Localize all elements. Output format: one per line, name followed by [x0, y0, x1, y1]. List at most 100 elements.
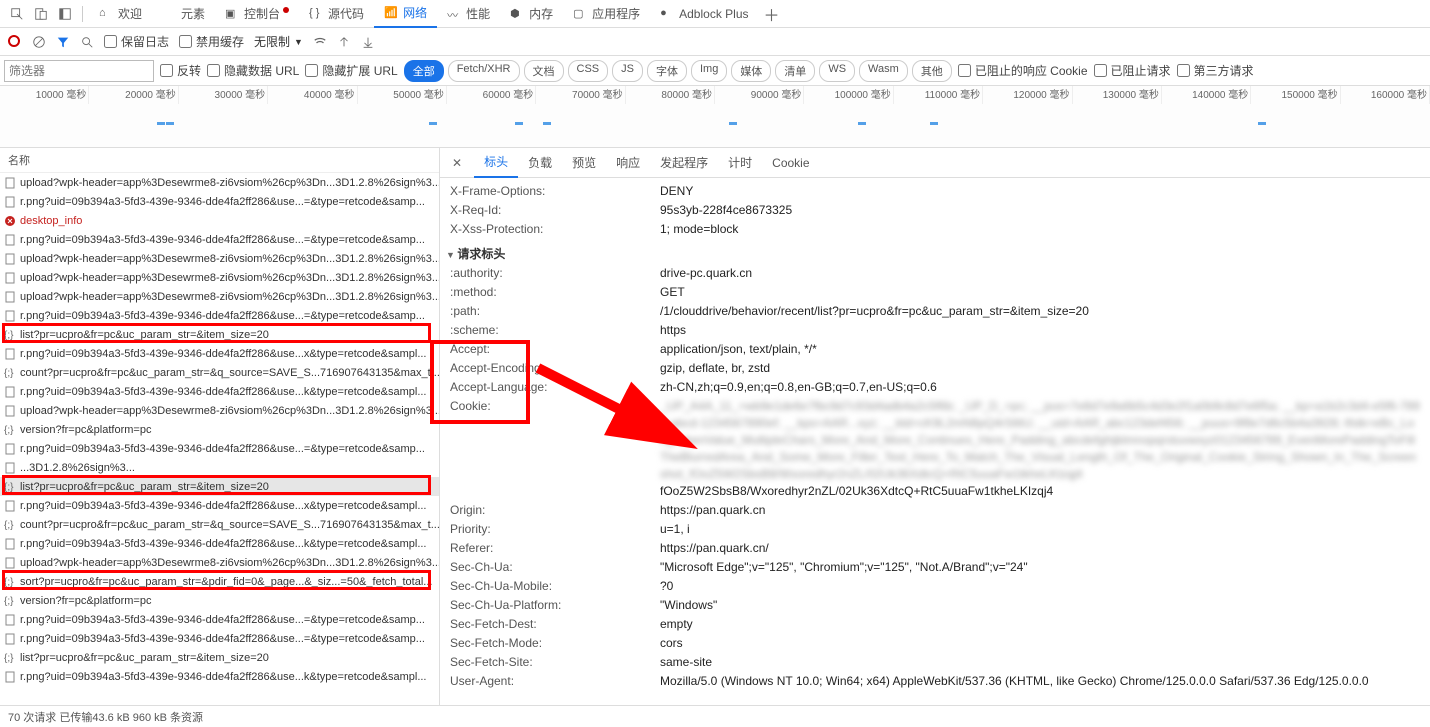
detail-tab-2[interactable]: 预览	[562, 148, 606, 178]
hide-ext-url-checkbox[interactable]: 隐藏扩展 URL	[305, 62, 397, 79]
request-row[interactable]: {;}version?fr=pc&platform=pc	[0, 591, 439, 610]
blocked-req-checkbox[interactable]: 已阻止请求	[1094, 62, 1171, 79]
request-header-row: Sec-Fetch-Site:same-site	[440, 653, 1430, 672]
clear-icon[interactable]	[32, 35, 46, 49]
filter-其他[interactable]: 其他	[912, 60, 952, 82]
request-type-icon	[4, 272, 16, 284]
request-row[interactable]: r.png?uid=09b394a3-5fd3-439e-9346-dde4fa…	[0, 382, 439, 401]
request-header-row: Accept:application/json, text/plain, */*	[440, 340, 1430, 359]
request-row[interactable]: r.png?uid=09b394a3-5fd3-439e-9346-dde4fa…	[0, 629, 439, 648]
filter-JS[interactable]: JS	[612, 60, 643, 82]
request-row[interactable]: {;}list?pr=ucpro&fr=pc&uc_param_str=&ite…	[0, 648, 439, 667]
name-column-header[interactable]: 名称	[0, 148, 439, 173]
download-icon[interactable]	[361, 35, 375, 49]
request-row[interactable]: {;}count?pr=ucpro&fr=pc&uc_param_str=&q_…	[0, 363, 439, 382]
filter-input[interactable]	[4, 60, 154, 82]
filter-字体[interactable]: 字体	[647, 60, 687, 82]
detail-tab-1[interactable]: 负载	[518, 148, 562, 178]
app-icon: ▢	[573, 7, 587, 21]
filter-Fetch/XHR[interactable]: Fetch/XHR	[448, 60, 520, 82]
timeline[interactable]: 10000 毫秒20000 毫秒30000 毫秒40000 毫秒50000 毫秒…	[0, 86, 1430, 148]
filter-toggle-icon[interactable]	[56, 35, 70, 49]
perf-icon: 〰	[447, 7, 461, 21]
preserve-log-checkbox[interactable]: 保留日志	[104, 33, 169, 50]
search-icon[interactable]	[80, 35, 94, 49]
detail-tabs: ✕ 标头负载预览响应发起程序计时Cookie	[440, 148, 1430, 178]
request-row[interactable]: r.png?uid=09b394a3-5fd3-439e-9346-dde4fa…	[0, 306, 439, 325]
request-type-icon: {;}	[4, 329, 16, 341]
request-headers-section[interactable]: 请求标头	[440, 239, 1430, 264]
request-row[interactable]: upload?wpk-header=app%3Desewrme8-zi6vsio…	[0, 401, 439, 420]
request-row[interactable]: upload?wpk-header=app%3Desewrme8-zi6vsio…	[0, 173, 439, 192]
request-row[interactable]: r.png?uid=09b394a3-5fd3-439e-9346-dde4fa…	[0, 230, 439, 249]
request-row[interactable]: {;}list?pr=ucpro&fr=pc&uc_param_str=&ite…	[0, 477, 439, 496]
headers-body[interactable]: X-Frame-Options:DENYX-Req-Id:95s3yb-228f…	[440, 178, 1430, 705]
tab-console[interactable]: ▣控制台	[215, 0, 299, 28]
request-row[interactable]: r.png?uid=09b394a3-5fd3-439e-9346-dde4fa…	[0, 439, 439, 458]
tab-perf[interactable]: 〰性能	[437, 0, 500, 28]
response-header-row: X-Req-Id:95s3yb-228f4ce8673325	[440, 201, 1430, 220]
disable-cache-checkbox[interactable]: 禁用缓存	[179, 33, 244, 50]
detail-tab-4[interactable]: 发起程序	[650, 148, 718, 178]
tab-home[interactable]: ⌂欢迎	[89, 0, 152, 28]
request-row[interactable]: r.png?uid=09b394a3-5fd3-439e-9346-dde4fa…	[0, 192, 439, 211]
request-row[interactable]: upload?wpk-header=app%3Desewrme8-zi6vsio…	[0, 268, 439, 287]
third-party-checkbox[interactable]: 第三方请求	[1177, 62, 1254, 79]
throttle-select[interactable]: 无限制 ▼	[254, 33, 303, 50]
request-header-row: Referer:https://pan.quark.cn/	[440, 539, 1430, 558]
tab-sources[interactable]: { }源代码	[299, 0, 374, 28]
request-row[interactable]: r.png?uid=09b394a3-5fd3-439e-9346-dde4fa…	[0, 534, 439, 553]
hide-data-url-checkbox[interactable]: 隐藏数据 URL	[207, 62, 299, 79]
tab-app[interactable]: ▢应用程序	[563, 0, 650, 28]
tab-network[interactable]: 📶网络	[374, 0, 437, 28]
request-row[interactable]: desktop_info	[0, 211, 439, 230]
request-type-icon	[4, 348, 16, 360]
blocked-cookie-checkbox[interactable]: 已阻止的响应 Cookie	[958, 62, 1088, 79]
request-row[interactable]: upload?wpk-header=app%3Desewrme8-zi6vsio…	[0, 553, 439, 572]
tab-adblock[interactable]: ●Adblock Plus	[650, 0, 758, 28]
record-icon[interactable]	[8, 35, 22, 49]
filter-Img[interactable]: Img	[691, 60, 727, 82]
status-bar: 70 次请求 已传输43.6 kB 960 kB 条资源	[0, 705, 1430, 727]
request-row[interactable]: r.png?uid=09b394a3-5fd3-439e-9346-dde4fa…	[0, 610, 439, 629]
request-row[interactable]: {;}version?fr=pc&platform=pc	[0, 420, 439, 439]
request-header-row: Origin:https://pan.quark.cn	[440, 501, 1430, 520]
filter-Wasm[interactable]: Wasm	[859, 60, 908, 82]
request-header-row: Cookie:_UP_A4A_11_=wb9e1de6e7fbc9d7c93d4…	[440, 397, 1430, 501]
inspect-icon[interactable]	[10, 7, 24, 21]
filter-全部[interactable]: 全部	[404, 60, 444, 82]
request-row[interactable]: ...3D1.2.8%26sign%3...	[0, 458, 439, 477]
detail-tab-6[interactable]: Cookie	[762, 148, 819, 178]
request-row[interactable]: upload?wpk-header=app%3Desewrme8-zi6vsio…	[0, 287, 439, 306]
request-type-icon: {;}	[4, 424, 16, 436]
dock-icon[interactable]	[58, 7, 72, 21]
request-row[interactable]: r.png?uid=09b394a3-5fd3-439e-9346-dde4fa…	[0, 496, 439, 515]
request-row[interactable]: upload?wpk-header=app%3Desewrme8-zi6vsio…	[0, 249, 439, 268]
tab-memory[interactable]: ⬢内存	[500, 0, 563, 28]
filter-文档[interactable]: 文档	[524, 60, 564, 82]
memory-icon: ⬢	[510, 7, 524, 21]
invert-checkbox[interactable]: 反转	[160, 62, 201, 79]
request-type-icon	[4, 253, 16, 265]
device-icon[interactable]	[34, 7, 48, 21]
filter-CSS[interactable]: CSS	[568, 60, 609, 82]
upload-icon[interactable]	[337, 35, 351, 49]
detail-tab-0[interactable]: 标头	[474, 148, 518, 178]
request-row[interactable]: {;}sort?pr=ucpro&fr=pc&uc_param_str=&pdi…	[0, 572, 439, 591]
request-row[interactable]: {;}count?pr=ucpro&fr=pc&uc_param_str=&q_…	[0, 515, 439, 534]
request-type-icon	[4, 291, 16, 303]
request-row[interactable]: r.png?uid=09b394a3-5fd3-439e-9346-dde4fa…	[0, 667, 439, 686]
request-row[interactable]: r.png?uid=09b394a3-5fd3-439e-9346-dde4fa…	[0, 344, 439, 363]
close-detail-icon[interactable]: ✕	[444, 156, 470, 170]
request-list[interactable]: upload?wpk-header=app%3Desewrme8-zi6vsio…	[0, 173, 439, 705]
tab-elements[interactable]: 元素	[152, 0, 215, 28]
add-tab-icon[interactable]: ＋	[765, 7, 779, 21]
wifi-icon[interactable]	[313, 35, 327, 49]
request-row[interactable]: {;}list?pr=ucpro&fr=pc&uc_param_str=&ite…	[0, 325, 439, 344]
filter-清单[interactable]: 清单	[775, 60, 815, 82]
request-header-row: Sec-Fetch-Mode:cors	[440, 634, 1430, 653]
detail-tab-3[interactable]: 响应	[606, 148, 650, 178]
filter-媒体[interactable]: 媒体	[731, 60, 771, 82]
detail-tab-5[interactable]: 计时	[718, 148, 762, 178]
filter-WS[interactable]: WS	[819, 60, 855, 82]
